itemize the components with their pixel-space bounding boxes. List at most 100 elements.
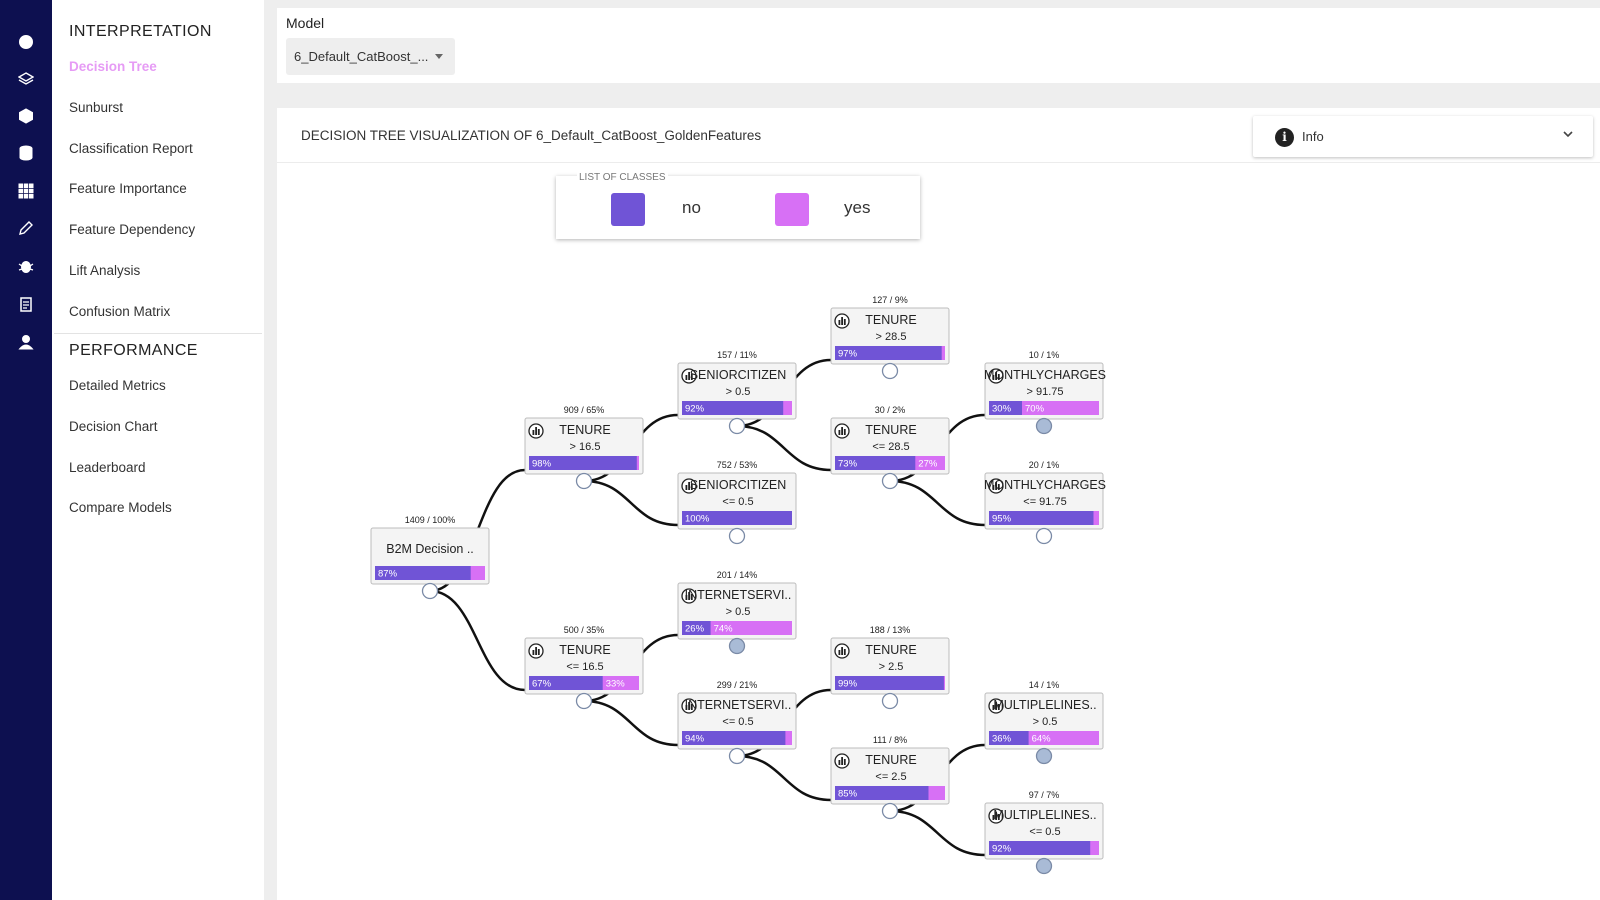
tree-node-n10[interactable]: 111 / 8% TENURE <= 2.5 85% <box>830 735 950 820</box>
expand-toggle[interactable] <box>728 527 746 545</box>
tree-node-n5[interactable]: 201 / 14% INTERNETSERVI.. > 0.5 26% 74% <box>677 570 797 655</box>
node-condition: > 0.5 <box>726 386 751 398</box>
tree-node-n9[interactable]: 188 / 13% TENURE > 2.5 99% <box>830 625 950 710</box>
collapse-toggle[interactable] <box>728 747 746 765</box>
node-count: 188 / 13% <box>870 625 911 635</box>
node-count: 127 / 9% <box>872 295 908 305</box>
node-feature: TENURE <box>865 423 916 437</box>
node-count: 299 / 21% <box>717 680 758 690</box>
tree-edge-n1-n4 <box>583 479 679 527</box>
collapse-toggle[interactable] <box>421 582 439 600</box>
tree-edge-n6-n10 <box>736 754 832 802</box>
chart-bars-icon <box>528 423 544 439</box>
tree-node-n11[interactable]: 10 / 1% MONTHLYCHARGES > 91.75 30% 70% <box>984 350 1106 435</box>
collapse-toggle[interactable] <box>881 802 899 820</box>
node-feature: TENURE <box>865 313 916 327</box>
bar-no-label: 67% <box>532 679 552 690</box>
node-count: 752 / 53% <box>717 460 758 470</box>
node-count: 1409 / 100% <box>405 515 456 525</box>
expand-toggle[interactable] <box>728 637 746 655</box>
expand-toggle[interactable] <box>881 362 899 380</box>
decision-tree: 1409 / 100% B2M Decision .. 87% 909 / 65% TE… <box>370 295 1106 875</box>
tree-node-n1[interactable]: 909 / 65% TENURE > 16.5 98% <box>524 405 644 490</box>
bar-no-label: 97% <box>838 349 858 360</box>
bar-yes-label: 27% <box>918 459 938 470</box>
bar-yes-label: 33% <box>606 679 626 690</box>
node-condition: <= 91.75 <box>1023 496 1066 508</box>
node-condition: > 91.75 <box>1026 386 1063 398</box>
bar-no-label: 26% <box>685 624 705 635</box>
node-feature: SENIORCITIZEN <box>690 478 787 492</box>
node-count: 500 / 35% <box>564 625 605 635</box>
collapse-toggle[interactable] <box>881 472 899 490</box>
node-feature: TENURE <box>559 643 610 657</box>
expand-toggle[interactable] <box>1035 527 1053 545</box>
chart-bars-icon <box>528 643 544 659</box>
node-condition: > 2.5 <box>879 661 904 673</box>
collapse-toggle[interactable] <box>728 417 746 435</box>
node-condition: <= 16.5 <box>566 661 603 673</box>
bar-yes-label: 70% <box>1025 404 1045 415</box>
node-count: 97 / 7% <box>1029 790 1060 800</box>
expand-toggle[interactable] <box>1035 417 1053 435</box>
node-feature: INTERNETSERVI.. <box>685 698 792 712</box>
node-condition: > 0.5 <box>1033 716 1058 728</box>
chart-bars-icon <box>834 313 850 329</box>
tree-edge-n8-n12 <box>889 479 986 527</box>
collapse-toggle[interactable] <box>575 472 593 490</box>
tree-node-n2[interactable]: 500 / 35% TENURE <= 16.5 67% 33% <box>524 625 644 710</box>
tree-node-n14[interactable]: 97 / 7% MULTIPLELINES.. <= 0.5 92% <box>984 790 1104 875</box>
node-count: 201 / 14% <box>717 570 758 580</box>
tree-node-n3[interactable]: 157 / 11% SENIORCITIZEN > 0.5 92% <box>677 350 797 435</box>
node-count: 14 / 1% <box>1029 680 1060 690</box>
node-feature: MONTHLYCHARGES <box>984 478 1106 492</box>
bar-no-label: 99% <box>838 679 858 690</box>
expand-toggle[interactable] <box>881 692 899 710</box>
tree-node-root[interactable]: 1409 / 100% B2M Decision .. 87% <box>370 515 490 600</box>
bar-no-label: 92% <box>685 404 705 415</box>
node-count: 10 / 1% <box>1029 350 1060 360</box>
node-feature: TENURE <box>865 753 916 767</box>
bar-no-label: 36% <box>992 734 1012 745</box>
node-count: 30 / 2% <box>875 405 906 415</box>
bar-no-label: 73% <box>838 459 858 470</box>
bar-yes-label: 74% <box>714 624 734 635</box>
tree-node-n6[interactable]: 299 / 21% INTERNETSERVI.. <= 0.5 94% <box>677 680 797 765</box>
bar-no-label: 92% <box>992 844 1012 855</box>
node-count: 20 / 1% <box>1029 460 1060 470</box>
tree-node-n4[interactable]: 752 / 53% SENIORCITIZEN <= 0.5 100% <box>677 460 797 545</box>
bar-no-label: 100% <box>685 514 710 525</box>
node-feature: MONTHLYCHARGES <box>984 368 1106 382</box>
bar-no-label: 95% <box>992 514 1012 525</box>
node-feature: TENURE <box>559 423 610 437</box>
node-count: 157 / 11% <box>717 350 757 360</box>
bar-no-label: 94% <box>685 734 705 745</box>
node-condition: > 0.5 <box>726 606 751 618</box>
node-count: 909 / 65% <box>564 405 605 415</box>
node-count: 111 / 8% <box>873 735 907 745</box>
tree-edge-root-n2 <box>429 589 526 692</box>
tree-node-n12[interactable]: 20 / 1% MONTHLYCHARGES <= 91.75 95% <box>984 460 1106 545</box>
node-condition: <= 28.5 <box>872 441 909 453</box>
collapse-toggle[interactable] <box>575 692 593 710</box>
chart-bars-icon <box>834 753 850 769</box>
tree-edge-n10-n14 <box>889 809 986 857</box>
expand-toggle[interactable] <box>1035 747 1053 765</box>
node-feature: TENURE <box>865 643 916 657</box>
tree-node-n8[interactable]: 30 / 2% TENURE <= 28.5 73% 27% <box>830 405 950 490</box>
bar-no-label: 87% <box>378 569 398 580</box>
expand-toggle[interactable] <box>1035 857 1053 875</box>
node-condition: > 16.5 <box>570 441 601 453</box>
node-feature: B2M Decision .. <box>386 542 474 556</box>
node-feature: SENIORCITIZEN <box>690 368 787 382</box>
node-condition: <= 0.5 <box>722 716 753 728</box>
chart-bars-icon <box>834 423 850 439</box>
tree-node-n13[interactable]: 14 / 1% MULTIPLELINES.. > 0.5 36% 64% <box>984 680 1104 765</box>
tree-node-n7[interactable]: 127 / 9% TENURE > 28.5 97% <box>830 295 950 380</box>
tree-edge-n2-n6 <box>583 699 679 747</box>
node-feature: MULTIPLELINES.. <box>993 698 1096 712</box>
bar-no-label: 85% <box>838 789 858 800</box>
node-feature: MULTIPLELINES.. <box>993 808 1096 822</box>
node-condition: <= 2.5 <box>875 771 906 783</box>
bar-yes-label: 64% <box>1032 734 1052 745</box>
